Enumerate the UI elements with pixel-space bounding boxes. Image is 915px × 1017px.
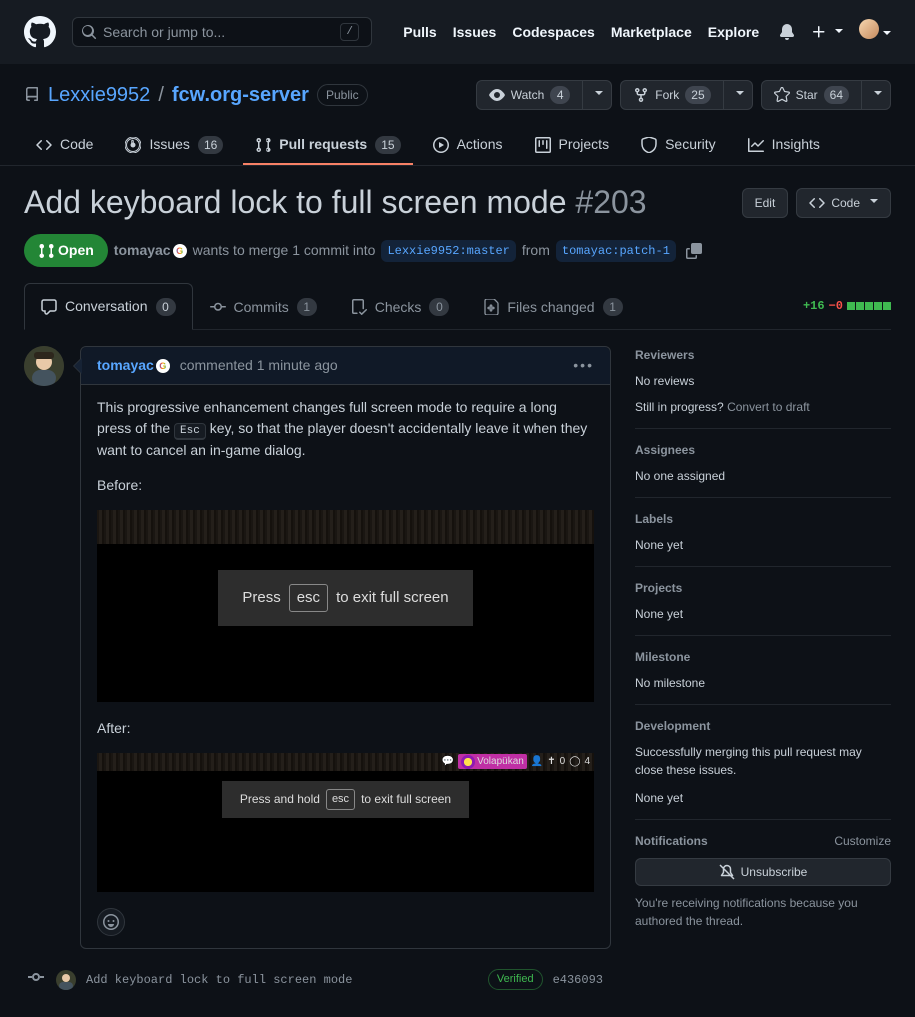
code-button[interactable]: Code [796, 188, 891, 218]
comment-time: commented 1 minute ago [180, 357, 338, 373]
avatar [859, 19, 879, 39]
development-heading[interactable]: Development [635, 717, 891, 735]
code-icon [809, 195, 825, 211]
after-label: After: [97, 718, 594, 739]
before-screenshot: Press esc to exit full screen [97, 510, 594, 703]
star-count: 64 [824, 86, 849, 104]
code-icon [36, 137, 52, 153]
google-badge-icon: G [173, 244, 187, 258]
tab-commits[interactable]: Commits1 [193, 283, 334, 330]
commit-author-avatar [56, 970, 76, 990]
notifications-heading: Notifications [635, 832, 708, 850]
nav-codespaces[interactable]: Codespaces [512, 22, 594, 43]
tab-pull-requests[interactable]: Pull requests15 [243, 126, 412, 165]
add-menu[interactable] [811, 22, 843, 43]
state-badge: Open [24, 234, 108, 267]
nav-marketplace[interactable]: Marketplace [611, 22, 692, 43]
search-placeholder: Search or jump to... [103, 22, 225, 43]
pr-icon [255, 137, 271, 153]
fork-menu[interactable] [724, 80, 753, 110]
tab-insights[interactable]: Insights [736, 126, 832, 165]
search-shortcut: / [340, 23, 359, 41]
tab-actions[interactable]: Actions [421, 126, 515, 165]
add-reaction-button[interactable] [97, 908, 125, 936]
commit-message[interactable]: Add keyboard lock to full screen mode [86, 971, 478, 989]
tab-issues[interactable]: Issues16 [113, 126, 235, 165]
commit-row[interactable]: Add keyboard lock to full screen mode Ve… [72, 965, 611, 995]
plus-icon [811, 24, 827, 40]
github-logo[interactable] [24, 16, 56, 48]
watch-count: 4 [550, 86, 570, 104]
nav-explore[interactable]: Explore [708, 22, 759, 43]
issue-icon [125, 137, 141, 153]
star-button[interactable]: Star 64 [761, 80, 862, 110]
nav-pulls[interactable]: Pulls [403, 22, 436, 43]
unsubscribe-button[interactable]: Unsubscribe [635, 858, 891, 886]
verified-badge[interactable]: Verified [488, 969, 543, 990]
comment-author-avatar[interactable] [24, 346, 64, 386]
play-icon [433, 137, 449, 153]
repo-icon [24, 87, 40, 103]
milestone-heading[interactable]: Milestone [635, 648, 891, 666]
diffstat: +16 −0 [803, 297, 891, 315]
fork-button[interactable]: Fork 25 [620, 80, 723, 110]
pr-author[interactable]: tomayacG [114, 240, 187, 261]
labels-heading[interactable]: Labels [635, 510, 891, 528]
commit-sha[interactable]: e436093 [553, 971, 603, 989]
visibility-badge: Public [317, 84, 368, 106]
project-icon [535, 137, 551, 153]
repo-name-link[interactable]: fcw.org-server [172, 84, 309, 106]
watch-menu[interactable] [583, 80, 612, 110]
google-badge-icon: G [156, 359, 170, 373]
fork-icon [633, 87, 649, 103]
fork-count: 25 [685, 86, 710, 104]
file-diff-icon [483, 299, 499, 315]
tab-conversation[interactable]: Conversation0 [24, 283, 193, 330]
customize-link[interactable]: Customize [834, 832, 891, 850]
tab-checks[interactable]: Checks0 [334, 283, 467, 330]
tab-code[interactable]: Code [24, 126, 105, 165]
star-icon [774, 87, 790, 103]
reviewers-heading[interactable]: Reviewers [635, 346, 891, 364]
commit-icon [210, 299, 226, 315]
shield-icon [641, 137, 657, 153]
repo-owner-link[interactable]: Lexxie9952 [48, 80, 150, 110]
pr-open-icon [38, 243, 54, 259]
notifications-icon[interactable] [779, 24, 795, 40]
after-screenshot: 💬 Volapükan 👤✝0◯4 Press and hold esc to … [97, 753, 594, 892]
graph-icon [748, 137, 764, 153]
eye-icon [489, 87, 505, 103]
search-icon [81, 24, 97, 40]
comment-icon [41, 299, 57, 315]
checklist-icon [351, 299, 367, 315]
head-branch[interactable]: tomayac:patch-1 [556, 240, 676, 262]
before-label: Before: [97, 475, 594, 496]
edit-button[interactable]: Edit [742, 188, 789, 218]
convert-to-draft[interactable]: Convert to draft [727, 400, 810, 414]
nav-issues[interactable]: Issues [453, 22, 497, 43]
base-branch[interactable]: Lexxie9952:master [381, 240, 515, 262]
tab-projects[interactable]: Projects [523, 126, 622, 165]
copy-icon[interactable] [686, 243, 702, 259]
projects-heading[interactable]: Projects [635, 579, 891, 597]
tab-security[interactable]: Security [629, 126, 728, 165]
assignees-heading[interactable]: Assignees [635, 441, 891, 459]
bell-slash-icon [719, 864, 735, 880]
comment-paragraph: This progressive enhancement changes ful… [97, 397, 594, 461]
comment-kebab-menu[interactable]: ••• [573, 355, 594, 376]
smiley-icon [103, 914, 119, 930]
user-menu[interactable] [859, 19, 891, 45]
star-menu[interactable] [862, 80, 891, 110]
comment-author[interactable]: tomayac [97, 357, 154, 373]
pr-title: Add keyboard lock to full screen mode #2… [24, 182, 730, 222]
search-input[interactable]: Search or jump to... / [72, 17, 372, 47]
watch-button[interactable]: Watch 4 [476, 80, 584, 110]
tab-files-changed[interactable]: Files changed1 [466, 283, 639, 330]
